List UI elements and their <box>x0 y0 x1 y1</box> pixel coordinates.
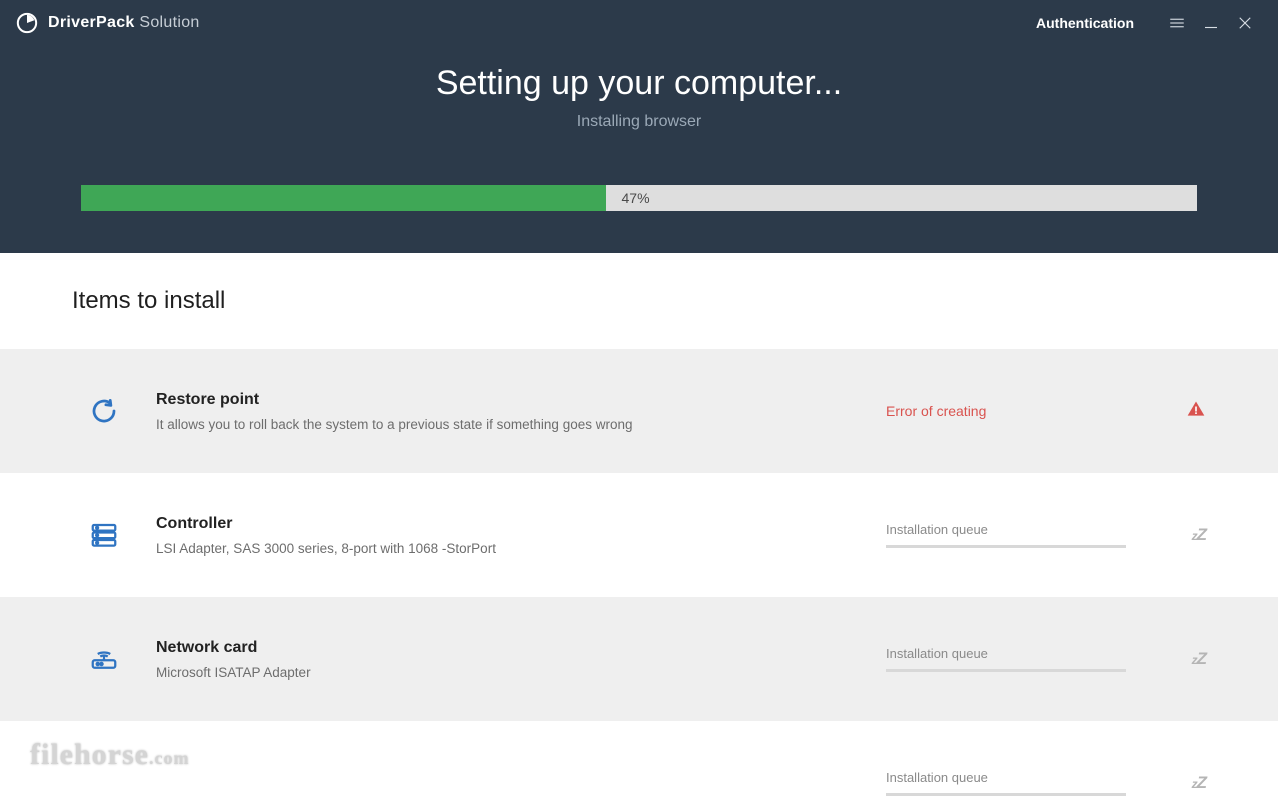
app-window: DriverPack Solution Authentication Setti… <box>0 0 1278 798</box>
item-title: Network card <box>156 639 886 657</box>
item-desc: It allows you to roll back the system to… <box>156 417 886 432</box>
install-item-restore-point: Restore point It allows you to roll back… <box>0 349 1278 473</box>
queue-progress-bar <box>886 545 1126 548</box>
spinner-icon <box>86 396 122 426</box>
close-button[interactable] <box>1228 6 1262 40</box>
logo-icon <box>16 12 38 34</box>
menu-button[interactable] <box>1160 6 1194 40</box>
hamburger-icon <box>1168 14 1186 32</box>
app-logo: DriverPack Solution <box>16 12 200 34</box>
progress-label: 47% <box>606 190 650 206</box>
item-desc: LSI Adapter, SAS 3000 series, 8-port wit… <box>156 541 886 556</box>
install-item-controller: Controller LSI Adapter, SAS 3000 series,… <box>0 473 1278 597</box>
item-status: Error of creating <box>886 399 1206 424</box>
item-status: Installation queue zZ <box>886 770 1206 796</box>
status-queue-text: Installation queue <box>886 770 1170 785</box>
status-queue-text: Installation queue <box>886 522 1170 537</box>
logo-text-bold: DriverPack <box>48 14 135 31</box>
item-status: Installation queue zZ <box>886 646 1206 672</box>
content-scroll[interactable]: Setting up your computer... Installing b… <box>0 46 1278 798</box>
hero-title: Setting up your computer... <box>0 64 1278 103</box>
progress-fill <box>81 185 606 211</box>
install-item-next: Installation queue zZ <box>0 721 1278 798</box>
minimize-button[interactable] <box>1194 6 1228 40</box>
sleep-icon: zZ <box>1192 649 1206 669</box>
network-icon <box>86 644 122 674</box>
item-status: Installation queue zZ <box>886 522 1206 548</box>
close-icon <box>1236 14 1254 32</box>
install-item-network-card: Network card Microsoft ISATAP Adapter In… <box>0 597 1278 721</box>
queue-progress-bar <box>886 669 1126 672</box>
sleep-icon: zZ <box>1192 525 1206 545</box>
hero-section: Setting up your computer... Installing b… <box>0 46 1278 253</box>
queue-progress-bar <box>886 793 1126 796</box>
item-desc: Microsoft ISATAP Adapter <box>156 665 886 680</box>
status-queue-text: Installation queue <box>886 646 1170 661</box>
sleep-icon: zZ <box>1192 773 1206 793</box>
authentication-link[interactable]: Authentication <box>1036 15 1134 31</box>
status-error-text: Error of creating <box>886 403 1164 419</box>
section-heading-wrap: Items to install <box>0 253 1278 349</box>
section-heading: Items to install <box>72 287 1278 315</box>
logo-text: DriverPack Solution <box>48 14 200 32</box>
controller-icon <box>86 520 122 550</box>
titlebar: DriverPack Solution Authentication <box>0 0 1278 46</box>
warning-icon <box>1186 399 1206 424</box>
progress-bar: 47% <box>81 185 1197 211</box>
item-title: Controller <box>156 515 886 533</box>
hero-subtitle: Installing browser <box>0 113 1278 131</box>
logo-text-light: Solution <box>135 14 200 31</box>
minimize-icon <box>1202 14 1220 32</box>
item-title: Restore point <box>156 391 886 409</box>
